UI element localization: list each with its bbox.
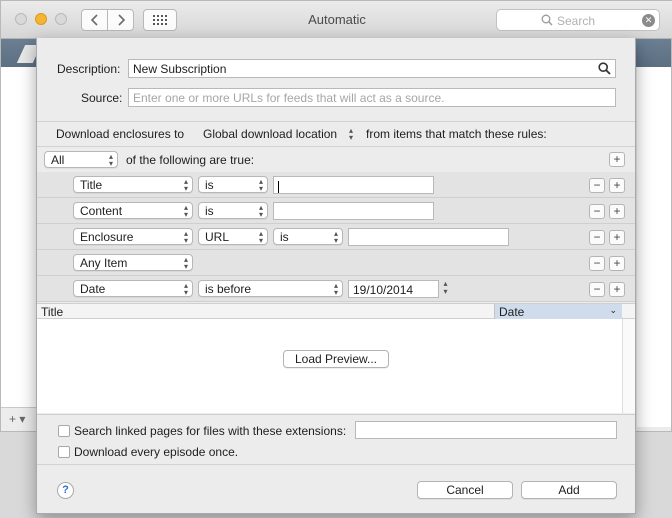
source-placeholder: Enter one or more URLs for feeds that wi… [133,91,445,105]
download-once-checkbox[interactable] [58,446,70,458]
titlebar: Automatic Search ✕ [1,1,672,39]
add-rule-button[interactable]: + [609,230,625,245]
rule-operator-popup[interactable]: is ▴ ▾ [198,202,268,219]
rule-operator2-value: is [280,230,289,244]
search-linked-label: Search linked pages for files with these… [74,424,347,438]
clear-icon[interactable]: ✕ [642,14,655,27]
rule-field-value: Any Item [80,256,128,270]
download-location-popup[interactable]: Global download location ▴ ▾ [197,126,357,143]
rule-field-value: Title [80,178,103,192]
table-scrollbar[interactable] [622,319,635,413]
divider [37,464,635,465]
divider [37,121,635,122]
rule-value-field[interactable] [273,202,434,220]
rule-row: Title ▴ ▾ is ▴ ▾ − + [37,172,635,198]
rule-operator-value: URL [205,230,230,244]
popup-arrows-icon: ▴ ▾ [333,229,338,245]
background-list-left [1,67,37,407]
popup-arrows-icon: ▴ ▾ [183,255,188,271]
rule-field-popup[interactable]: Content ▴ ▾ [73,202,193,219]
search-linked-checkbox[interactable] [58,425,70,437]
remove-rule-button[interactable]: − [589,204,605,219]
source-field[interactable]: Enter one or more URLs for feeds that wi… [128,88,616,107]
popup-arrows-icon: ▴ ▾ [183,281,188,297]
rule-operator-value: is before [205,282,252,296]
source-label: Source: [81,91,123,105]
rule-field-popup[interactable]: Title ▴ ▾ [73,176,193,193]
remove-rule-button[interactable]: − [589,230,605,245]
rule-field-value: Date [80,282,106,296]
match-mode-popup[interactable]: All ▴ ▾ [44,151,118,168]
popup-arrows-icon: ▴ ▾ [183,229,188,245]
rule-operator-popup[interactable]: is before ▴ ▾ [198,280,343,297]
rule-operator-popup[interactable]: URL ▴ ▾ [198,228,268,245]
download-location-value: Global download location [203,127,338,141]
popup-arrows-icon: ▴ ▾ [183,203,188,219]
extensions-field[interactable] [355,421,617,439]
description-value: New Subscription [133,62,227,76]
rule-field-value: Enclosure [80,230,134,244]
match-suffix-text: of the following are true: [126,153,255,167]
column-header-date-label: Date [499,305,525,319]
download-prefix-text: Download enclosures to [56,127,185,141]
load-preview-button[interactable]: Load Preview... [283,350,389,368]
rule-value-field[interactable] [348,228,509,246]
description-field[interactable]: New Subscription [128,59,616,78]
rule-value-field[interactable] [273,176,434,194]
chevron-down-icon: ⌄ [609,305,617,315]
match-mode-value: All [51,153,65,167]
date-value: 19/10/2014 [353,283,414,297]
rule-operator-value: is [205,204,214,218]
popup-arrows-icon: ▴ ▾ [258,229,263,245]
popup-arrows-icon: ▴ ▾ [258,177,263,193]
preview-table: Load Preview... [37,319,622,413]
remove-rule-button[interactable]: − [589,282,605,297]
rule-operator-popup[interactable]: is ▴ ▾ [198,176,268,193]
rule-row: Date ▴ ▾ is before ▴ ▾ 19/10/2014 ▴ ▾ − + [37,276,635,302]
background-list-right [637,67,671,427]
add-rule-button[interactable]: + [609,282,625,297]
popup-arrows-icon: ▴ ▾ [333,281,338,297]
preview-table-header: Title Date ⌄ [37,303,635,319]
search-field[interactable]: Search ✕ [496,9,660,31]
add-rule-button[interactable]: + [609,178,625,193]
add-rule-button[interactable]: + [609,204,625,219]
popup-arrows-icon: ▴ ▾ [258,203,263,219]
rule-field-popup[interactable]: Date ▴ ▾ [73,280,193,297]
popup-arrows-icon: ▴ ▾ [348,126,353,142]
popup-arrows-icon: ▴ ▾ [183,177,188,193]
add-menu-button[interactable]: + ▾ [1,407,37,431]
rule-field-popup[interactable]: Enclosure ▴ ▾ [73,228,193,245]
text-cursor [278,180,279,193]
remove-rule-button[interactable]: − [589,256,605,271]
search-placeholder: Search [557,14,596,28]
help-button[interactable]: ? [57,482,74,499]
cancel-button[interactable]: Cancel [417,481,513,499]
rule-row: Content ▴ ▾ is ▴ ▾ − + [37,198,635,224]
subscription-sheet: Description: New Subscription Source: En… [36,38,636,514]
divider [37,414,635,415]
rule-row: Enclosure ▴ ▾ URL ▴ ▾ is ▴ ▾ − + [37,224,635,250]
date-stepper[interactable]: ▴ ▾ [441,280,450,298]
divider [37,146,635,147]
rule-row: Any Item ▴ ▾ − + [37,250,635,276]
column-header-title[interactable]: Title [41,305,63,319]
download-suffix-text: from items that match these rules: [366,127,547,141]
remove-rule-button[interactable]: − [589,178,605,193]
rule-operator2-popup[interactable]: is ▴ ▾ [273,228,343,245]
popup-arrows-icon: ▴ ▾ [108,152,113,168]
column-header-date[interactable]: Date ⌄ [494,304,622,319]
rule-field-value: Content [80,204,123,218]
download-once-label: Download every episode once. [74,445,239,459]
add-rule-button[interactable]: + [609,256,625,271]
search-icon [598,62,611,75]
date-field[interactable]: 19/10/2014 [348,280,439,298]
add-button[interactable]: Add [521,481,617,499]
search-icon [541,14,553,26]
add-rule-group-button[interactable]: + [609,152,625,167]
description-label: Description: [57,62,121,76]
rule-operator-value: is [205,178,214,192]
rule-field-popup[interactable]: Any Item ▴ ▾ [73,254,193,271]
